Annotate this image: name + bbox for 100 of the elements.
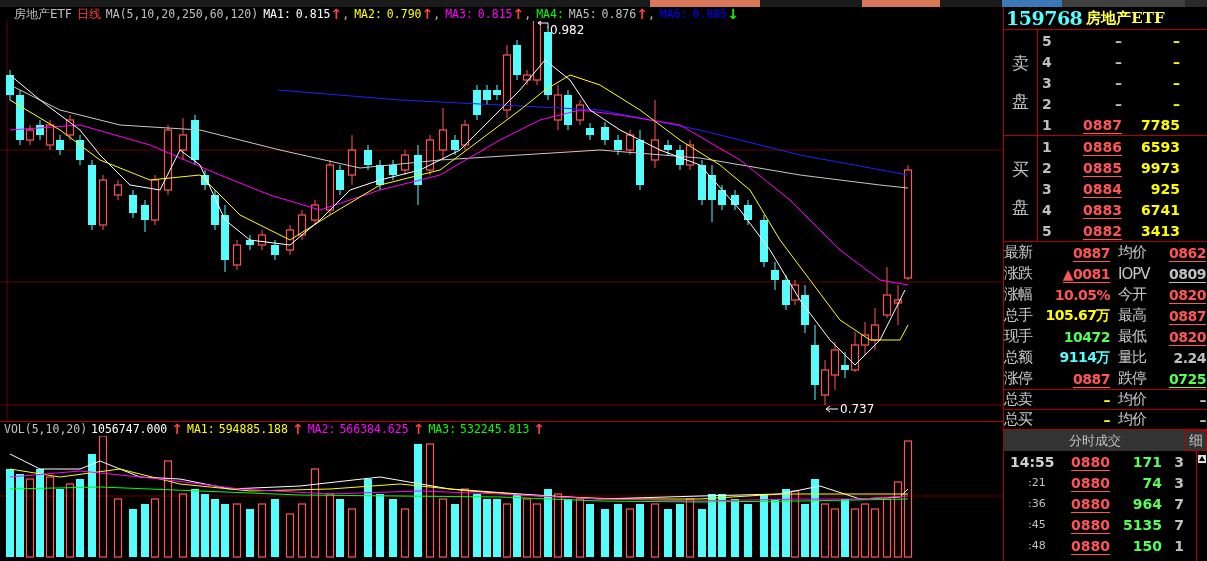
stat-label: 量比 — [1117, 348, 1147, 367]
arrow-icon — [537, 21, 549, 29]
ma-value: 0.790 — [386, 7, 422, 21]
ma-value: 532245.813 — [460, 422, 530, 436]
stat-label: 总手 — [1004, 306, 1034, 325]
trade-time: 14:55 — [1009, 453, 1054, 470]
stat-value: 0820 — [1169, 328, 1206, 346]
stat-label: 均价 — [1117, 243, 1147, 262]
level-number: 3 — [1041, 74, 1053, 91]
stat-value: – — [1103, 411, 1110, 428]
trade-volume: 964 — [1132, 495, 1162, 512]
scrollbar[interactable] — [1196, 451, 1207, 561]
level-number: 1 — [1041, 138, 1053, 155]
stat-value: 9114万 — [1059, 348, 1110, 365]
order-price: 0887 — [1083, 116, 1122, 134]
indicator-label: VOL(5,10,20) — [4, 422, 88, 436]
stat-value: – — [1103, 391, 1110, 408]
ma-label: MA2: — [307, 422, 336, 436]
stat-value: 0862 — [1169, 244, 1206, 262]
stat-label: 均价 — [1117, 410, 1147, 429]
stat-label: 最低 — [1117, 327, 1148, 346]
order-volume: – — [1173, 95, 1180, 112]
level-number: 5 — [1041, 222, 1053, 239]
ma-label: MA1: — [187, 422, 215, 436]
stat-label: 总买 — [1004, 410, 1034, 429]
stat-label: 现手 — [1004, 327, 1034, 346]
ma-label: MA1: — [263, 7, 291, 21]
stat-value: 10.05% — [1054, 286, 1110, 303]
order-price: 0886 — [1083, 138, 1122, 156]
ma-label: MA4: — [536, 7, 564, 21]
order-volume: 3413 — [1141, 222, 1180, 239]
order-volume: 7785 — [1141, 116, 1180, 133]
trade-volume: 74 — [1142, 474, 1162, 491]
security-name: 房地产ETF — [14, 7, 72, 21]
arrow-icon — [825, 405, 839, 413]
stat-value: ▲0081 — [1062, 265, 1110, 283]
trade-price: 0880 — [1071, 474, 1110, 492]
period-label: 日线 — [76, 7, 101, 21]
order-price: 0883 — [1083, 201, 1122, 219]
trade-price: 0880 — [1071, 537, 1110, 555]
level-number: 5 — [1041, 32, 1053, 49]
indicator-label: MA(5,10,20,250,60,120) — [105, 7, 259, 21]
side-label: 买 — [1012, 157, 1029, 181]
ma-label: MA3: — [445, 7, 473, 21]
stat-label: IOPV — [1117, 264, 1152, 283]
order-price: – — [1115, 95, 1122, 112]
stat-value: – — [1199, 391, 1206, 408]
order-price: – — [1115, 74, 1122, 91]
price-label: 0.737 — [840, 402, 875, 416]
trade-count: 3 — [1174, 453, 1184, 470]
trend-arrow: ↑ — [412, 422, 425, 436]
trade-time: :21 — [1027, 476, 1047, 489]
separator: , — [647, 7, 655, 21]
trade-time: :36 — [1027, 497, 1047, 510]
trade-volume: 5135 — [1123, 516, 1162, 533]
level-number: 2 — [1041, 159, 1053, 176]
ma-label: MA5: — [568, 7, 597, 21]
ma-label: MA2: — [354, 7, 382, 21]
trend-arrow: ↑ — [636, 7, 648, 21]
order-price: – — [1115, 32, 1122, 49]
trend-arrow: ↑ — [533, 422, 546, 436]
stat-label: 涨幅 — [1004, 285, 1033, 304]
level-number: 4 — [1041, 201, 1053, 218]
stat-value: 0887 — [1073, 244, 1110, 262]
separator: , — [433, 7, 441, 21]
trend-arrow: ↑ — [512, 7, 525, 21]
trend-arrow: ↑ — [171, 422, 183, 436]
ma-value: 0.885 — [692, 7, 728, 21]
trade-count: 3 — [1174, 474, 1184, 491]
order-volume: 6593 — [1141, 138, 1180, 155]
trend-arrow: ↑ — [291, 422, 304, 436]
stat-label: 最新 — [1004, 243, 1034, 262]
stat-value: 0887 — [1073, 370, 1110, 388]
trade-time: :45 — [1027, 518, 1047, 531]
scroll-up-icon[interactable] — [1198, 455, 1206, 463]
ma-value: 0.815 — [295, 7, 331, 21]
level-number: 3 — [1041, 180, 1053, 197]
ma-label: MA6: — [659, 7, 688, 21]
order-price: 0885 — [1083, 159, 1122, 177]
trade-time: :48 — [1027, 539, 1047, 552]
trade-price: 0880 — [1071, 495, 1110, 513]
trade-volume: 171 — [1132, 453, 1162, 470]
stat-label: 今开 — [1117, 285, 1148, 304]
side-label: 盘 — [1012, 90, 1029, 114]
ma-value: 594885.188 — [218, 422, 288, 436]
ma-value: 0.815 — [477, 7, 513, 21]
trade-count: 7 — [1174, 495, 1184, 512]
stat-value: 0809 — [1169, 265, 1206, 283]
ma-value: 566384.625 — [339, 422, 409, 436]
stat-value: 0725 — [1169, 370, 1206, 388]
security-code: 159768 — [1006, 7, 1083, 29]
stat-label: 均价 — [1117, 390, 1147, 409]
trade-count: 7 — [1174, 516, 1184, 533]
order-volume: – — [1173, 32, 1180, 49]
detail-tab[interactable]: 细 — [1185, 430, 1207, 451]
stat-value: 10472 — [1063, 328, 1110, 345]
stat-label: 总额 — [1004, 348, 1034, 367]
stat-value: – — [1199, 411, 1206, 428]
level-number: 2 — [1041, 95, 1053, 112]
side-label: 卖 — [1012, 51, 1029, 75]
